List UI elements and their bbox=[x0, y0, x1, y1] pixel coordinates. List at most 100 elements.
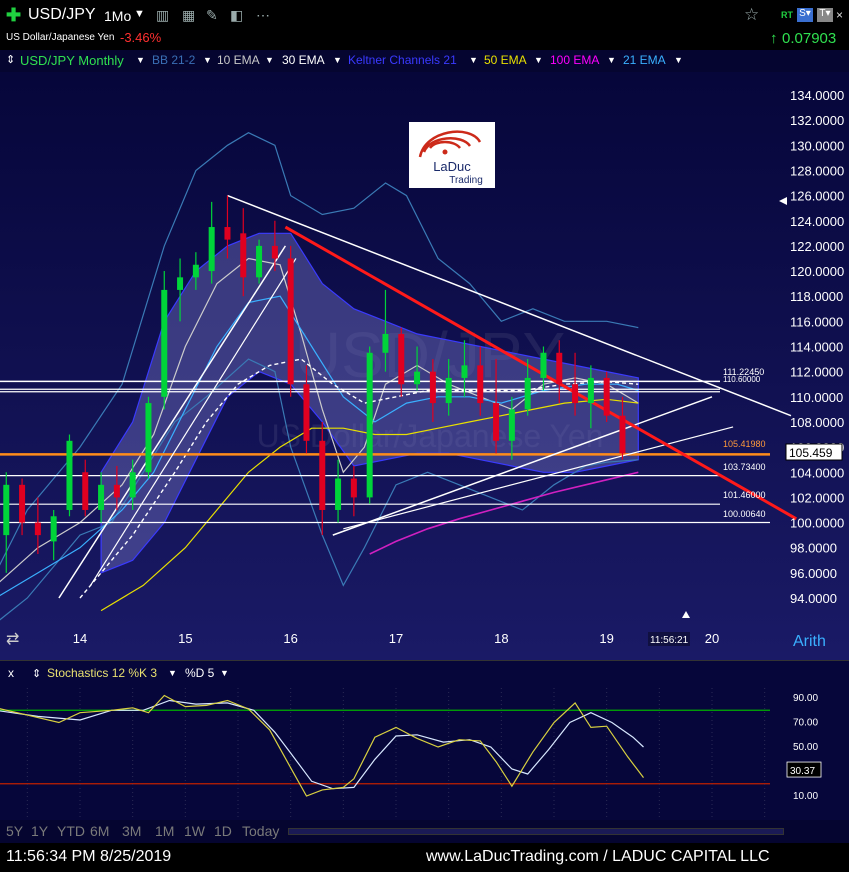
range-button-1m[interactable]: 1M bbox=[155, 823, 174, 839]
chevron-down-icon[interactable]: ▼ bbox=[220, 668, 229, 678]
layers-icon[interactable]: ◧ bbox=[230, 7, 243, 24]
x-tick-label: 18 bbox=[494, 631, 508, 646]
y-tick-label: 132.0000 bbox=[790, 113, 844, 128]
scale-mode-button[interactable]: Arith bbox=[793, 633, 826, 650]
legend-reorder-icon[interactable]: ⇕ bbox=[32, 668, 41, 680]
footer-website: www.LaDucTrading.com / LADUC CAPITAL LLC bbox=[426, 848, 770, 865]
bar-chart-icon[interactable]: ▥ bbox=[156, 7, 169, 24]
range-button-3m[interactable]: 3M bbox=[122, 823, 141, 839]
legend-item-100ema[interactable]: 100 EMA bbox=[550, 53, 599, 67]
candle-body bbox=[603, 377, 610, 416]
s-button-icon[interactable]: S▾ bbox=[797, 8, 813, 22]
candle-body bbox=[382, 333, 389, 353]
range-button-1w[interactable]: 1W bbox=[184, 823, 205, 839]
candle-body bbox=[66, 440, 73, 510]
t-button-icon[interactable]: T▾ bbox=[817, 8, 833, 22]
range-button-5y[interactable]: 5Y bbox=[6, 823, 23, 839]
close-icon[interactable]: × bbox=[836, 8, 843, 22]
chevron-down-icon[interactable]: ▼ bbox=[333, 55, 342, 65]
candle-body bbox=[398, 333, 405, 385]
x-tick-label: 20 bbox=[705, 631, 719, 646]
legend-item-10ema[interactable]: 10 EMA bbox=[217, 53, 260, 67]
range-button-1y[interactable]: 1Y bbox=[31, 823, 48, 839]
y-tick-label: 110.0000 bbox=[790, 390, 843, 405]
logo-dot-icon bbox=[442, 149, 448, 155]
symbol-description: US Dollar/Japanese Yen bbox=[6, 32, 115, 43]
stochastics-panel[interactable]: x ⇕ Stochastics 12 %K 3 ▼ %D 5 ▼ 90.00 70… bbox=[0, 660, 849, 820]
y-tick-label: 104.0000 bbox=[790, 465, 844, 480]
legend-item-keltner[interactable]: Keltner Channels 21 bbox=[348, 53, 457, 67]
close-panel-icon[interactable]: x bbox=[8, 666, 14, 680]
candle-body bbox=[477, 365, 484, 404]
chevron-down-icon[interactable]: ▼ bbox=[168, 668, 177, 678]
candle-body bbox=[98, 484, 105, 510]
chevron-down-icon[interactable]: ▼ bbox=[265, 55, 274, 65]
stoch-background bbox=[0, 660, 849, 820]
x-tick-label: 14 bbox=[73, 631, 87, 646]
stoch-value-label: 30.37 bbox=[790, 766, 815, 777]
logo-line1: LaDuc bbox=[433, 159, 471, 174]
chevron-down-icon[interactable]: ▼ bbox=[674, 55, 683, 65]
y-tick-label: 108.0000 bbox=[790, 415, 844, 430]
up-arrow-icon: ↑ bbox=[770, 30, 778, 47]
legend-reorder-icon[interactable]: ⇕ bbox=[6, 53, 15, 66]
legend-item-bb[interactable]: BB 21-2 bbox=[152, 53, 195, 67]
main-series-label[interactable]: USD/JPY Monthly bbox=[20, 53, 124, 68]
legend-item-21ema[interactable]: 21 EMA bbox=[623, 53, 666, 67]
sync-icon[interactable]: ⇄ bbox=[6, 631, 19, 648]
candle-body bbox=[287, 258, 294, 385]
plus-icon[interactable]: ✚ bbox=[6, 5, 21, 26]
share-icon[interactable]: ⋯ bbox=[256, 7, 270, 24]
level-label-orange: 105.41980 bbox=[723, 439, 766, 449]
chevron-down-icon[interactable]: ▼ bbox=[469, 55, 478, 65]
time-label: 11:56:21 bbox=[650, 635, 689, 646]
candle-body bbox=[619, 415, 626, 454]
candle-body bbox=[461, 365, 468, 378]
level-label-3: 103.73400 bbox=[723, 462, 766, 472]
y-tick-label: 98.0000 bbox=[790, 541, 837, 556]
candle-body bbox=[161, 289, 168, 397]
favorite-star-icon[interactable]: ☆ bbox=[744, 5, 759, 25]
range-button-6m[interactable]: 6M bbox=[90, 823, 109, 839]
legend-item-50ema[interactable]: 50 EMA bbox=[484, 53, 527, 67]
chevron-down-icon[interactable]: ▼ bbox=[136, 55, 145, 65]
range-button-ytd[interactable]: YTD bbox=[57, 823, 85, 839]
candle-body bbox=[540, 352, 547, 378]
chevron-down-icon[interactable]: ▼ bbox=[607, 55, 616, 65]
candle-body bbox=[319, 440, 326, 510]
chevron-down-icon[interactable]: ▼ bbox=[534, 55, 543, 65]
laduc-logo: LaDuc Trading bbox=[409, 122, 495, 188]
candle-body bbox=[224, 227, 231, 240]
y-tick-label: 102.0000 bbox=[790, 490, 844, 505]
x-tick-label: 17 bbox=[389, 631, 403, 646]
interval-label[interactable]: 1Mo bbox=[104, 8, 131, 24]
table-icon[interactable]: ▦ bbox=[182, 7, 195, 24]
range-slider-track[interactable] bbox=[288, 828, 784, 835]
interval-dropdown-icon[interactable]: ▼ bbox=[134, 8, 145, 20]
candle-body bbox=[587, 377, 594, 404]
chevron-down-icon[interactable]: ▼ bbox=[203, 55, 212, 65]
footer-datetime: 11:56:34 PM 8/25/2019 bbox=[6, 848, 172, 865]
indicator-legend-bar: ⇕ USD/JPY Monthly ▼ BB 21-2 ▼ 10 EMA ▼ 3… bbox=[0, 50, 849, 72]
range-button-today[interactable]: Today bbox=[242, 823, 279, 839]
candle-body bbox=[508, 409, 515, 441]
candle-body bbox=[493, 403, 500, 441]
level-label-5: 100.00640 bbox=[723, 509, 766, 519]
y-tick-label: 120.0000 bbox=[790, 264, 844, 279]
range-button-1d[interactable]: 1D bbox=[214, 823, 232, 839]
candle-body bbox=[208, 227, 215, 272]
candle-body bbox=[19, 484, 26, 523]
stoch-label[interactable]: Stochastics 12 %K 3 bbox=[47, 666, 157, 680]
stoch-d-label[interactable]: %D 5 bbox=[185, 666, 215, 680]
candle-body bbox=[3, 484, 10, 536]
candle-body bbox=[129, 472, 136, 498]
stoch-tick-label: 10.00 bbox=[793, 791, 818, 802]
legend-item-30ema[interactable]: 30 EMA bbox=[282, 53, 325, 67]
y-tick-label: 126.0000 bbox=[790, 189, 844, 204]
edit-icon[interactable]: ✎ bbox=[206, 7, 218, 24]
price-chart[interactable]: USD/JPY US Dollar/Japanese Yen 134.00001… bbox=[0, 72, 849, 660]
symbol-label[interactable]: USD/JPY bbox=[28, 6, 96, 24]
y-tick-label: 94.0000 bbox=[790, 591, 837, 606]
candle-body bbox=[414, 371, 421, 385]
footer-bar: 11:56:34 PM 8/25/2019 www.LaDucTrading.c… bbox=[0, 843, 849, 872]
